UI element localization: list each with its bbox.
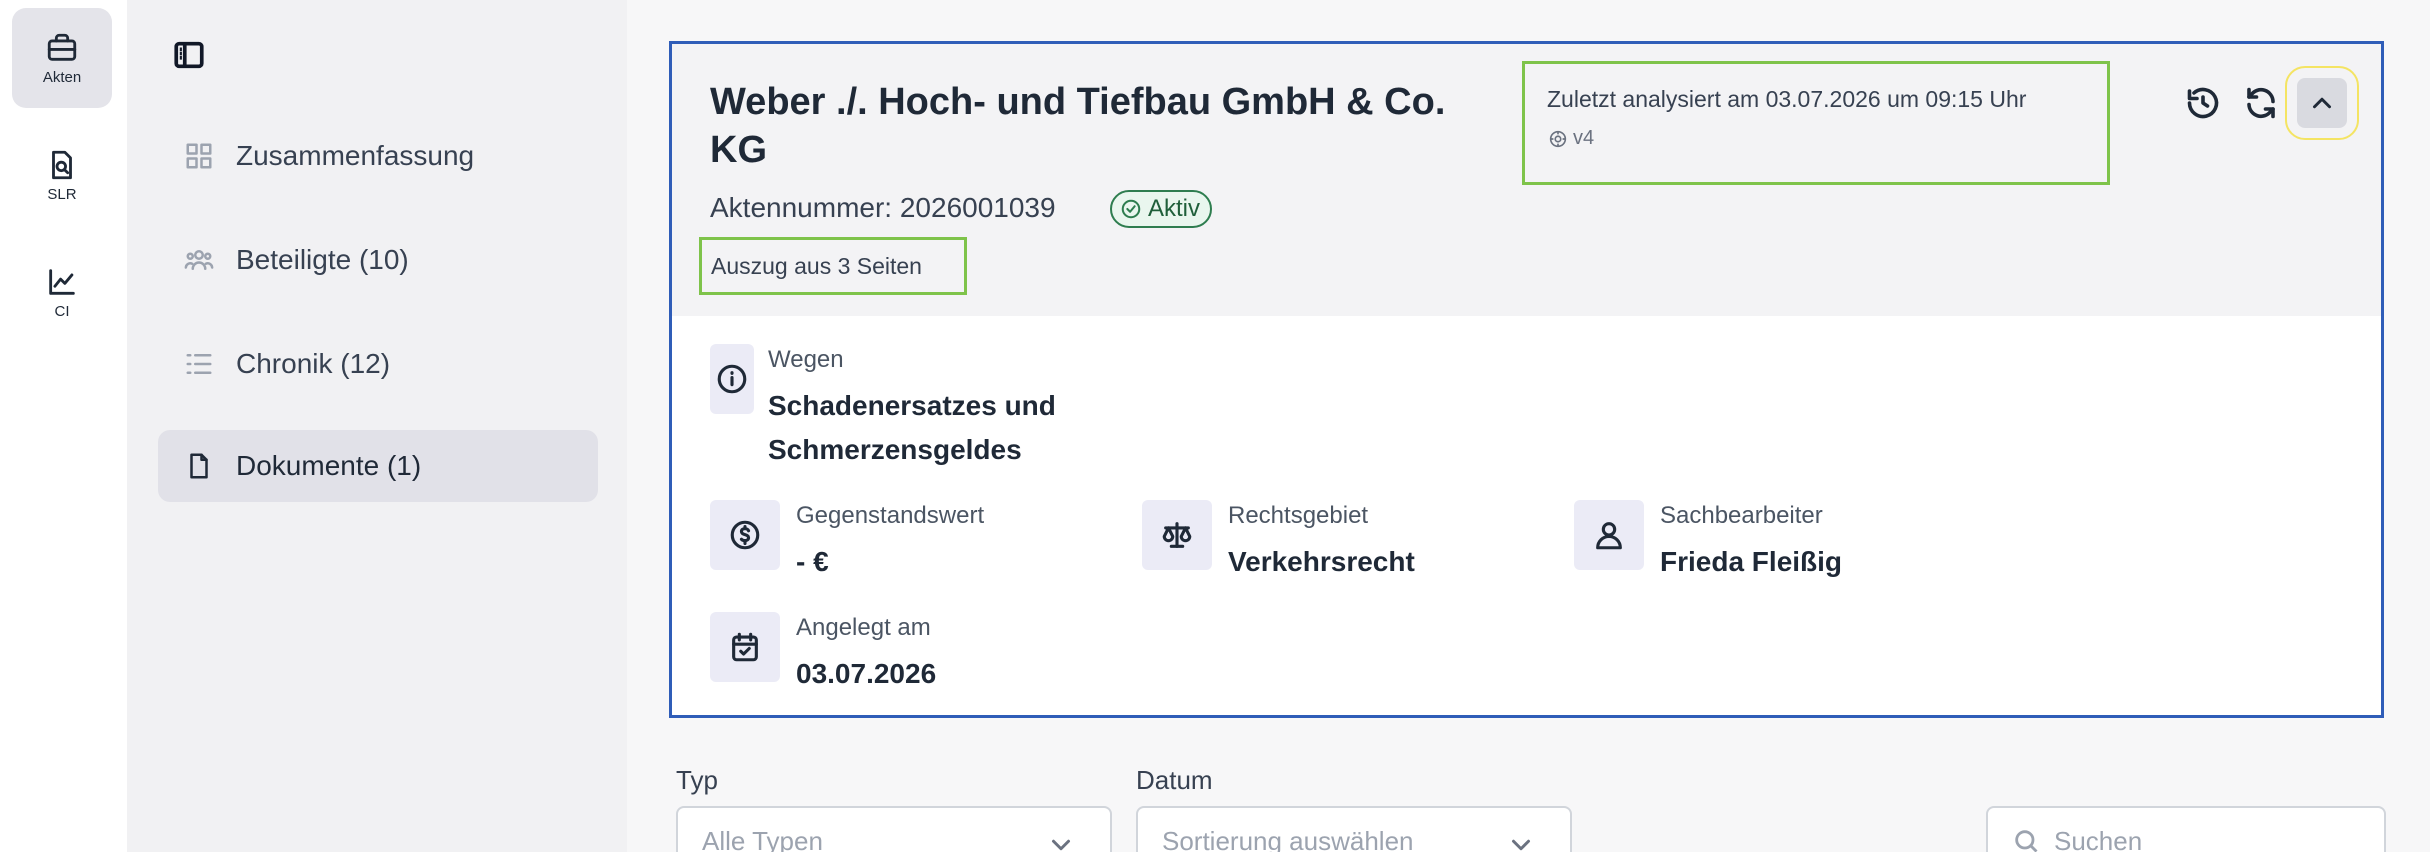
money-icon-box [710,500,780,570]
collapse-card-button[interactable] [2285,66,2359,140]
search-icon [2015,830,2038,852]
status-label: Aktiv [1148,195,1201,222]
case-header-card: Weber ./. Hoch- und Tiefbau GmbH & Co. K… [669,41,2384,718]
search-placeholder: Suchen [2054,825,2143,852]
field-wegen: Wegen Schadenersatzes und Schmerzensgeld… [710,344,1128,472]
users-icon [184,250,214,270]
rail-item-label: CI [54,302,70,320]
rail-item-ci[interactable]: CI [12,242,112,342]
sidebar-item-chronik[interactable]: Chronik (12) [158,328,598,400]
ai-icon [1549,130,1567,147]
field-sachbearbeiter: Sachbearbeiter Frieda Fleißig [1574,500,1842,584]
refresh-button[interactable] [2239,81,2283,125]
calendar-icon-box [710,612,780,682]
document-search-icon [52,150,72,179]
grid-icon [186,143,212,169]
calendar-check-icon [732,632,758,662]
status-badge: Aktiv [1110,190,1213,228]
chevron-up-icon [2313,97,2331,109]
info-icon-box [710,344,754,414]
refresh-icon [2247,87,2275,119]
analysis-timestamp: Zuletzt analysiert am 03.07.2026 um 09:1… [1547,86,2027,112]
sidebar-item-label: Zusammenfassung [236,140,475,171]
history-button[interactable] [2181,81,2225,125]
analysis-info: Zuletzt analysiert am 03.07.2026 um 09:1… [1522,61,2110,185]
field-angelegt: Angelegt am 03.07.2026 [710,612,936,696]
typ-filter-select[interactable]: Alle Typen [676,806,1112,852]
case-header: Weber ./. Hoch- und Tiefbau GmbH & Co. K… [672,44,2381,316]
rail-item-akten[interactable]: Akten [12,8,112,108]
sidebar-item-label: Dokumente (1) [236,450,422,481]
typ-filter-label: Typ [676,765,718,795]
field-value: 03.07.2026 [796,658,937,689]
case-title: Weber ./. Hoch- und Tiefbau GmbH & Co. K… [710,81,1446,171]
rail-item-label: Akten [42,68,82,86]
excerpt-info: Auszug aus 3 Seiten [699,237,967,295]
sidebar-item-beteiligte[interactable]: Beteiligte (10) [158,224,598,296]
user-icon-box [1574,500,1644,570]
sidebar-item-dokumente[interactable]: Dokumente (1) [158,430,598,502]
typ-filter-value: Alle Typen [702,825,823,852]
field-label: Wegen [768,346,844,373]
sidebar-item-label: Chronik (12) [236,348,391,379]
briefcase-icon [47,33,77,61]
rail-item-label: SLR [47,185,77,203]
field-value: Frieda Fleißig [1660,546,1843,577]
rail-item-slr[interactable]: SLR [12,125,112,225]
sidebar-toggle-icon [174,41,204,69]
line-chart-icon [49,268,75,295]
field-label: Rechtsgebiet [1228,502,1369,529]
datum-sort-select[interactable]: Sortierung auswählen [1136,806,1572,852]
sidebar-toggle-button[interactable] [172,38,206,72]
field-label: Angelegt am [796,614,931,641]
check-circle-icon [1121,199,1141,219]
field-value: - € [796,546,829,577]
field-label: Sachbearbeiter [1660,502,1823,529]
file-icon [190,453,208,479]
file-number: Aktennummer: 2026001039 [710,192,1056,223]
version-info: v4 [1547,127,2107,150]
field-value: Schadenersatzes und Schmerzensgeldes [768,390,1056,465]
datum-sort-value: Sortierung auswählen [1162,825,1414,852]
sidebar-item-label: Beteiligte (10) [236,244,409,275]
history-icon [2187,87,2219,119]
field-value: Verkehrsrecht [1228,546,1415,577]
scale-icon [1162,522,1192,548]
user-icon [1596,522,1622,550]
field-rechtsgebiet: Rechtsgebiet Verkehrsrecht [1142,500,1415,584]
datum-filter-label: Datum [1136,765,1213,795]
list-icon [186,354,212,374]
money-icon [730,520,760,550]
chevron-down-icon [1046,830,1076,852]
field-gegenstandswert: Gegenstandswert - € [710,500,984,584]
icon-rail: Akten SLR CI [0,0,127,852]
search-input[interactable]: Suchen [1986,806,2386,852]
version-label: v4 [1573,127,1595,149]
sidebar-item-zusammenfassung[interactable]: Zusammenfassung [158,120,598,192]
chevron-down-icon [1506,830,1536,852]
field-label: Gegenstandswert [796,502,985,529]
header-actions [2181,66,2359,140]
info-icon [717,364,747,394]
scale-icon-box [1142,500,1212,570]
